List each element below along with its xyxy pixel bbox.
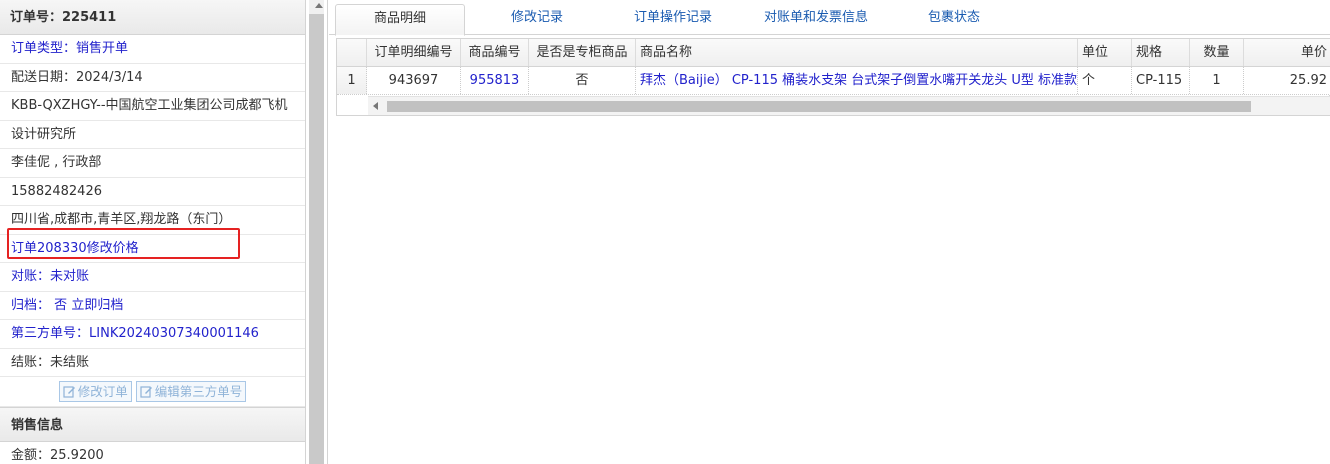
is-counter-cell: 否 [529, 67, 636, 94]
column-header[interactable]: 是否是专柜商品 [529, 39, 636, 66]
archive-label: 归档： [11, 297, 51, 313]
contact-person: 李佳伲 , 行政部 [0, 149, 305, 178]
spec-cell: CP-115 [1132, 67, 1190, 94]
vertical-scrollbar[interactable] [309, 14, 324, 464]
customer-name-line2: 设计研究所 [0, 121, 305, 149]
reconcile-label: 对账： [11, 269, 51, 284]
column-header[interactable]: 规格 [1132, 39, 1190, 66]
tab-operation-records[interactable]: 订单操作记录 [613, 4, 733, 35]
order-type-text: 订单类型：销售开单 [11, 41, 129, 56]
scroll-top [309, 0, 324, 14]
tab-modify-records[interactable]: 修改记录 [477, 4, 597, 35]
column-header[interactable]: 单价 [1244, 39, 1330, 66]
panel-splitter[interactable] [306, 0, 328, 464]
customer-name-line1: KBB-QXZHGY--中国航空工业集团公司成都飞机 [0, 92, 305, 121]
column-header[interactable]: 订单明细编号 [367, 39, 461, 66]
tab-statement-invoice[interactable]: 对账单和发票信息 [741, 4, 891, 35]
edit-third-party-button[interactable]: 编辑第三方单号 [135, 381, 247, 402]
quantity-cell: 1 [1190, 67, 1244, 94]
sales-info-header: 销售信息 [0, 407, 305, 442]
reconcile-value: 未对账 [50, 269, 90, 284]
column-header[interactable]: 商品名称 [636, 39, 1078, 66]
archive-status: 归档： 否 立即归档 [0, 292, 305, 320]
column-header[interactable]: 单位 [1078, 39, 1132, 66]
scrollbar-thumb[interactable] [387, 101, 1251, 112]
third-party-label: 第三方单号： [11, 326, 90, 341]
row-number: 1 [337, 67, 367, 94]
order-info-panel: 订单号：225411 订单类型：销售开单 配送日期：2024/3/14 KBB-… [0, 0, 306, 464]
product-detail-grid: 订单明细编号 商品编号 是否是专柜商品 商品名称 单位 规格 数量 单价 1 9… [336, 38, 1330, 116]
order-detail-panel: 商品明细 修改记录 订单操作记录 对账单和发票信息 包裹状态 订单明细编号 商品… [329, 0, 1330, 464]
order-actions: 修改订单 编辑第三方单号 [0, 377, 305, 407]
scroll-up-arrow-icon[interactable] [315, 3, 323, 8]
archive-now-link[interactable]: 立即归档 [71, 298, 123, 313]
unit-price-cell: 25.92 [1289, 73, 1327, 88]
order-number-title: 订单号：225411 [0, 0, 305, 35]
sales-amount: 金额：25.9200 [0, 442, 305, 464]
column-header[interactable]: 数量 [1190, 39, 1244, 66]
row-number-header [337, 39, 367, 66]
delivery-date: 配送日期：2024/3/14 [0, 64, 305, 92]
third-party-order: 第三方单号：LINK20240307340001146 [0, 320, 305, 349]
detail-tabs: 商品明细 修改记录 订单操作记录 对账单和发票信息 包裹状态 [329, 0, 1330, 36]
reconcile-status: 对账：未对账 [0, 263, 305, 292]
tab-product-details[interactable]: 商品明细 [335, 4, 465, 36]
settlement-status: 结账：未结账 [0, 349, 305, 377]
unit-cell: 个 [1078, 67, 1132, 94]
table-row[interactable]: 1 943697 955813 否 拜杰（Baijie） CP-115 桶装水支… [337, 67, 1330, 95]
edit-order-label: 修改订单 [77, 384, 128, 399]
order-type: 订单类型：销售开单 [0, 35, 305, 64]
edit-icon [140, 385, 154, 399]
tab-package-status[interactable]: 包裹状态 [899, 4, 1009, 35]
highlight-box [7, 228, 240, 259]
detail-number-cell: 943697 [367, 67, 461, 94]
contact-phone: 15882482426 [0, 178, 305, 206]
edit-order-button[interactable]: 修改订单 [58, 381, 132, 402]
archive-value: 否 [54, 297, 68, 313]
third-party-value: LINK20240307340001146 [89, 326, 259, 341]
product-name-link[interactable]: 拜杰（Baijie） CP-115 桶装水支架 台式架子倒置水嘴开关龙头 U型 … [636, 67, 1078, 94]
column-header[interactable]: 商品编号 [461, 39, 529, 66]
horizontal-scrollbar[interactable] [368, 96, 1330, 115]
edit-icon [63, 385, 77, 399]
edit-third-party-label: 编辑第三方单号 [154, 384, 243, 399]
grid-header: 订单明细编号 商品编号 是否是专柜商品 商品名称 单位 规格 数量 单价 [337, 39, 1330, 67]
product-number-link[interactable]: 955813 [461, 67, 529, 94]
scroll-left-arrow-icon[interactable] [373, 102, 378, 110]
